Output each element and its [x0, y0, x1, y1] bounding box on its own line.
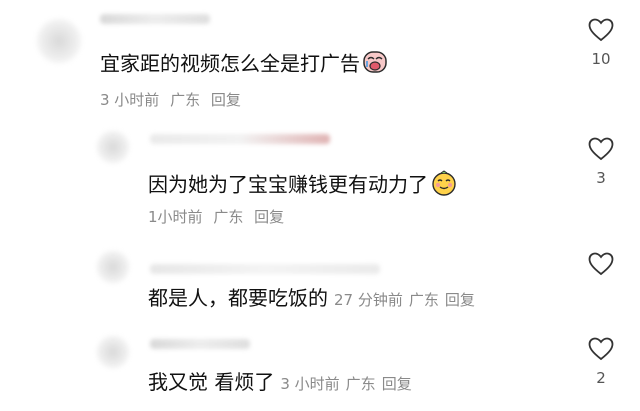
- comment-text: 都是人，都要吃饭的 27 分钟前 广东 回复: [148, 285, 481, 313]
- comment-meta: 3 小时前 广东 回复: [100, 89, 247, 110]
- comment-location: 广东: [213, 208, 244, 226]
- comment-meta: 27 分钟前 广东 回复: [334, 291, 481, 309]
- avatar[interactable]: [96, 250, 130, 284]
- comment-time: 3 小时前: [100, 91, 160, 109]
- heart-icon: [588, 252, 614, 276]
- reply-button[interactable]: 回复: [445, 291, 475, 309]
- like-count: 3: [596, 169, 606, 187]
- comment-time: 1小时前: [148, 208, 203, 226]
- heart-icon: [588, 18, 614, 42]
- crying-face-emoji-icon: [362, 50, 388, 80]
- comment-time: 27 分钟前: [334, 291, 403, 309]
- comment-text: 宜家距的视频怎么全是打广告: [100, 50, 388, 80]
- like-button[interactable]: 3: [586, 137, 616, 187]
- comment-item: 我又觉 看烦了 3 小时前 广东 回复 2: [0, 325, 640, 411]
- comment-meta: 1小时前 广东 回复: [148, 206, 290, 227]
- username-redacted: [150, 264, 380, 274]
- like-count: [586, 284, 616, 302]
- comment-text: 我又觉 看烦了 3 小时前 广东 回复: [148, 369, 418, 397]
- like-count: 10: [591, 50, 611, 68]
- avatar[interactable]: [96, 335, 130, 369]
- comment-location: 广东: [170, 91, 201, 109]
- username-redacted: [100, 14, 210, 24]
- like-button[interactable]: 2: [586, 337, 616, 387]
- comment-location: 广东: [408, 291, 439, 309]
- heart-icon: [588, 337, 614, 361]
- comment-text: 因为她为了宝宝赚钱更有动力了: [148, 170, 458, 202]
- username-redacted: [150, 134, 330, 144]
- comment-time: 3 小时前: [280, 375, 340, 393]
- reply-button[interactable]: 回复: [211, 91, 241, 109]
- like-button[interactable]: 10: [586, 18, 616, 68]
- smirking-face-emoji-icon: [430, 170, 458, 202]
- reply-button[interactable]: 回复: [254, 208, 284, 226]
- like-button[interactable]: [586, 252, 616, 302]
- comment-item: 宜家距的视频怎么全是打广告 3 小时前 广东 回复 10: [0, 0, 640, 120]
- reply-button[interactable]: 回复: [382, 375, 412, 393]
- comment-item: 都是人，都要吃饭的 27 分钟前 广东 回复: [0, 240, 640, 325]
- avatar[interactable]: [96, 130, 130, 164]
- comment-meta: 3 小时前 广东 回复: [280, 375, 417, 393]
- username-redacted: [150, 339, 250, 349]
- like-count: 2: [596, 369, 606, 387]
- comment-item: 因为她为了宝宝赚钱更有动力了 1小时前 广东 回复 3: [0, 120, 640, 235]
- avatar[interactable]: [36, 18, 82, 64]
- heart-icon: [588, 137, 614, 161]
- comment-location: 广东: [345, 375, 376, 393]
